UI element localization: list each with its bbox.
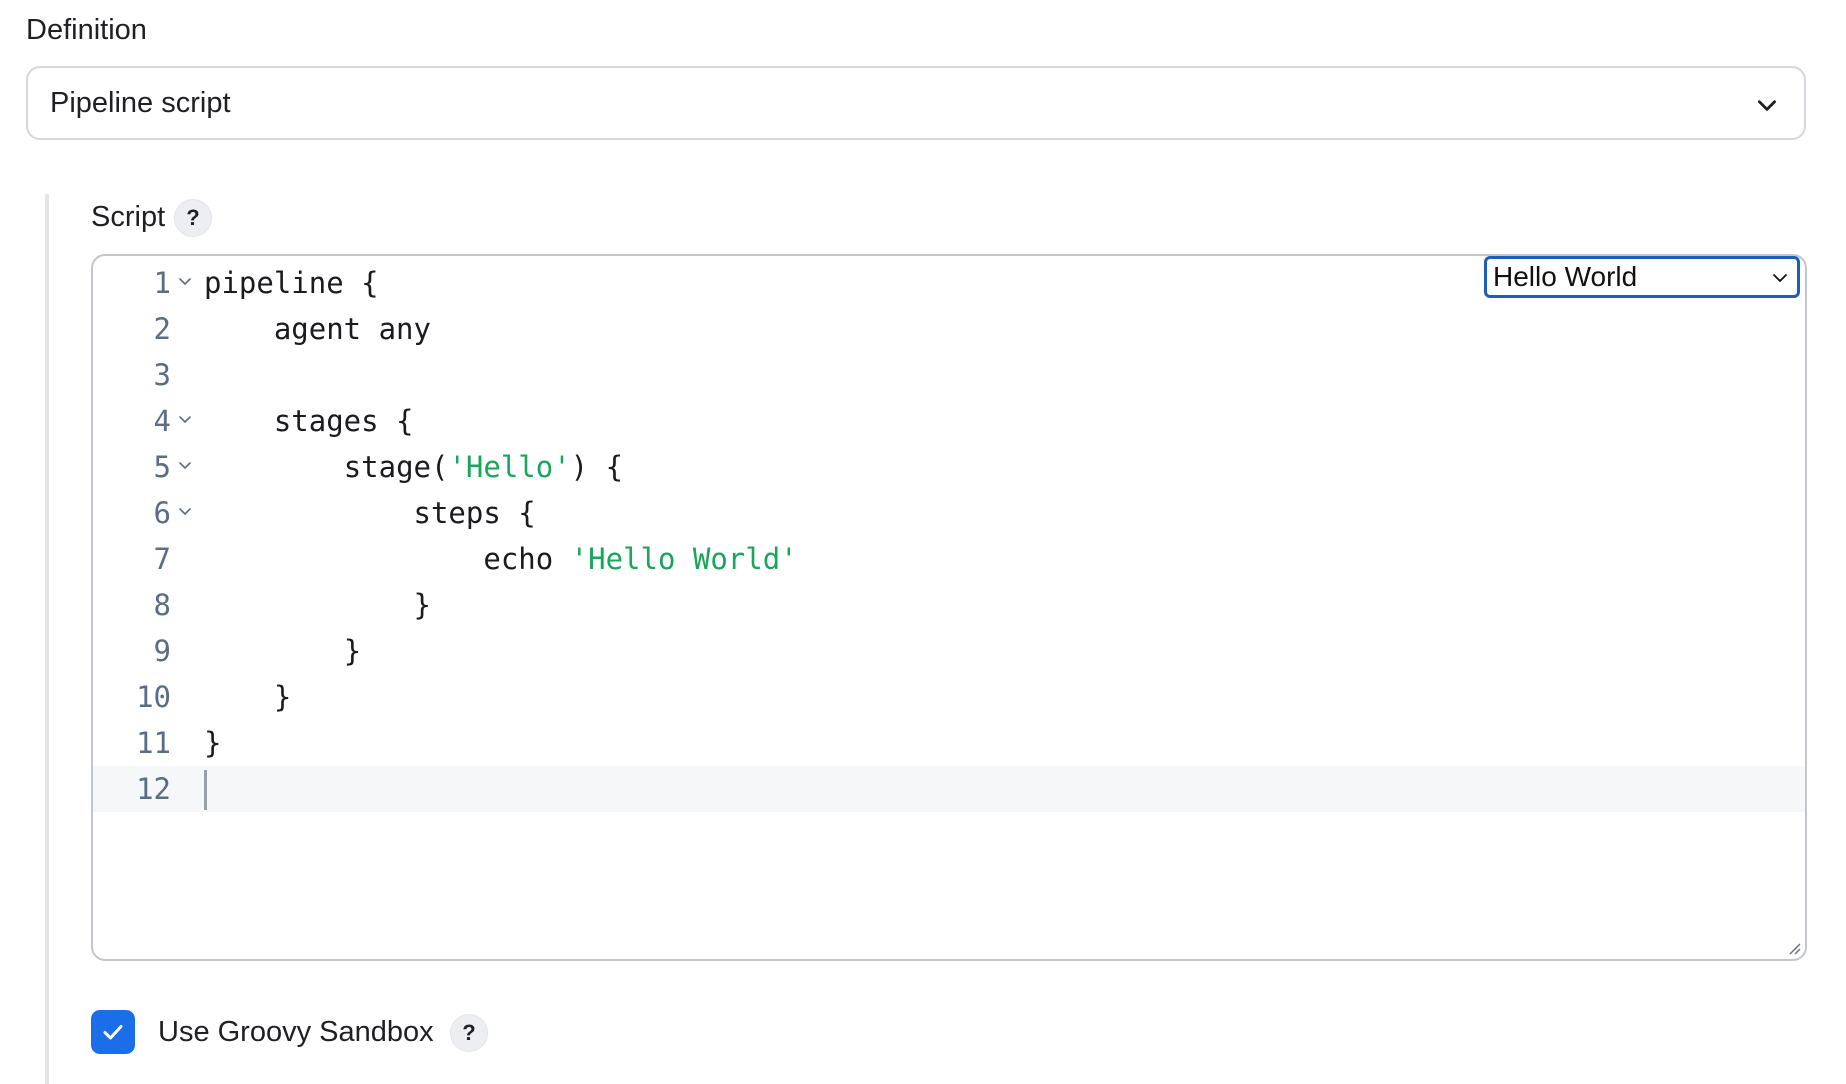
fold-chevron-icon[interactable] bbox=[177, 504, 193, 520]
code-text: agent any bbox=[204, 306, 431, 352]
code-token: echo bbox=[483, 542, 571, 576]
line-number: 6 bbox=[153, 496, 171, 530]
string-literal: 'Hello' bbox=[448, 450, 571, 484]
code-line: 10 } bbox=[93, 674, 1805, 720]
check-icon bbox=[103, 1025, 123, 1040]
code-token: stage( bbox=[343, 450, 449, 484]
code-line: 2 agent any bbox=[93, 306, 1805, 352]
chevron-down-icon bbox=[1758, 100, 1776, 111]
code-line: 12 bbox=[93, 766, 1805, 812]
code-line: 5 stage('Hello') { bbox=[93, 444, 1805, 490]
code-text: } bbox=[204, 582, 431, 628]
resize-handle-icon[interactable] bbox=[1787, 941, 1801, 955]
fold-chevron-icon[interactable] bbox=[177, 412, 193, 428]
sandbox-help-button[interactable]: ? bbox=[450, 1014, 488, 1052]
section-divider bbox=[45, 194, 49, 1084]
text-caret bbox=[204, 770, 207, 810]
script-label: Script bbox=[91, 201, 166, 233]
code-token: } bbox=[343, 634, 362, 668]
code-text: stage('Hello') { bbox=[204, 444, 623, 490]
chevron-down-icon bbox=[1773, 274, 1787, 282]
definition-select[interactable]: Pipeline script bbox=[26, 66, 1806, 140]
line-number: 8 bbox=[153, 588, 171, 622]
code-text: steps { bbox=[204, 490, 536, 536]
line-number: 4 bbox=[153, 404, 171, 438]
code-line: 9 } bbox=[93, 628, 1805, 674]
code-text: } bbox=[204, 674, 291, 720]
line-number: 12 bbox=[136, 772, 171, 806]
code-text: echo 'Hello World' bbox=[204, 536, 798, 582]
line-number: 9 bbox=[153, 634, 171, 668]
template-select[interactable]: Hello World bbox=[1484, 256, 1800, 298]
line-number: 2 bbox=[153, 312, 171, 346]
code-token: stages { bbox=[273, 404, 414, 438]
code-line: 3 bbox=[93, 352, 1805, 398]
definition-label: Definition bbox=[26, 14, 147, 46]
code-line: 7 echo 'Hello World' bbox=[93, 536, 1805, 582]
code-token: } bbox=[204, 726, 222, 760]
line-number: 10 bbox=[136, 680, 171, 714]
code-text: stages { bbox=[204, 398, 414, 444]
code-line: 6 steps { bbox=[93, 490, 1805, 536]
code-token: } bbox=[273, 680, 292, 714]
code-token: steps { bbox=[413, 496, 536, 530]
sandbox-label: Use Groovy Sandbox bbox=[158, 1016, 434, 1048]
line-number: 1 bbox=[153, 266, 171, 300]
script-help-button[interactable]: ? bbox=[174, 199, 212, 237]
code-token: pipeline { bbox=[204, 266, 379, 300]
definition-select-value: Pipeline script bbox=[50, 86, 231, 119]
code-line: 11} bbox=[93, 720, 1805, 766]
code-text: } bbox=[204, 720, 221, 766]
sandbox-checkbox[interactable] bbox=[91, 1010, 135, 1054]
code-line: 4 stages { bbox=[93, 398, 1805, 444]
line-number: 7 bbox=[153, 542, 171, 576]
fold-chevron-icon[interactable] bbox=[177, 274, 193, 290]
template-select-value: Hello World bbox=[1493, 261, 1638, 292]
code-token: agent any bbox=[273, 312, 431, 346]
string-literal: 'Hello World' bbox=[570, 542, 798, 576]
line-number: 5 bbox=[153, 450, 171, 484]
code-token: ) { bbox=[570, 450, 624, 484]
script-editor[interactable]: 1 pipeline {2 agent any 3 4 stages {5 stage… bbox=[91, 254, 1807, 961]
pipeline-definition-form: Definition Pipeline script Script ? 1 pip… bbox=[0, 0, 1846, 1084]
code-token: } bbox=[413, 588, 431, 622]
code-line: 8 } bbox=[93, 582, 1805, 628]
line-number: 3 bbox=[153, 358, 171, 392]
code-text: pipeline { bbox=[204, 260, 379, 306]
code-text: } bbox=[204, 628, 361, 674]
fold-chevron-icon[interactable] bbox=[177, 458, 193, 474]
line-number: 11 bbox=[136, 726, 171, 760]
